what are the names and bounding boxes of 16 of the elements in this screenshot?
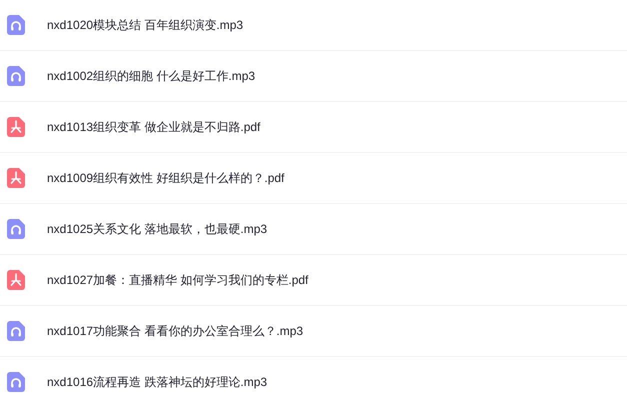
pdf-file-icon [7,168,25,188]
file-name[interactable]: nxd1009组织有效性 好组织是什么样的？.pdf [47,169,284,187]
file-name[interactable]: nxd1013组织变革 做企业就是不归路.pdf [47,118,260,136]
file-name[interactable]: nxd1016流程再造 跌落神坛的好理论.mp3 [47,373,268,391]
pdf-file-icon [7,117,25,137]
audio-file-icon [7,321,25,341]
audio-file-icon [7,15,25,35]
audio-file-icon [7,219,25,239]
file-name[interactable]: nxd1025关系文化 落地最软，也最硬.mp3 [47,220,268,238]
file-name[interactable]: nxd1020模块总结 百年组织演变.mp3 [47,16,244,34]
file-name[interactable]: nxd1017功能聚合 看看你的办公室合理么？.mp3 [47,322,304,340]
audio-file-icon [7,66,25,86]
file-name[interactable]: nxd1002组织的细胞 什么是好工作.mp3 [47,67,256,85]
audio-file-icon [7,372,25,392]
file-name[interactable]: nxd1027加餐：直播精华 如何学习我们的专栏.pdf [47,271,308,289]
pdf-file-icon [7,270,25,290]
